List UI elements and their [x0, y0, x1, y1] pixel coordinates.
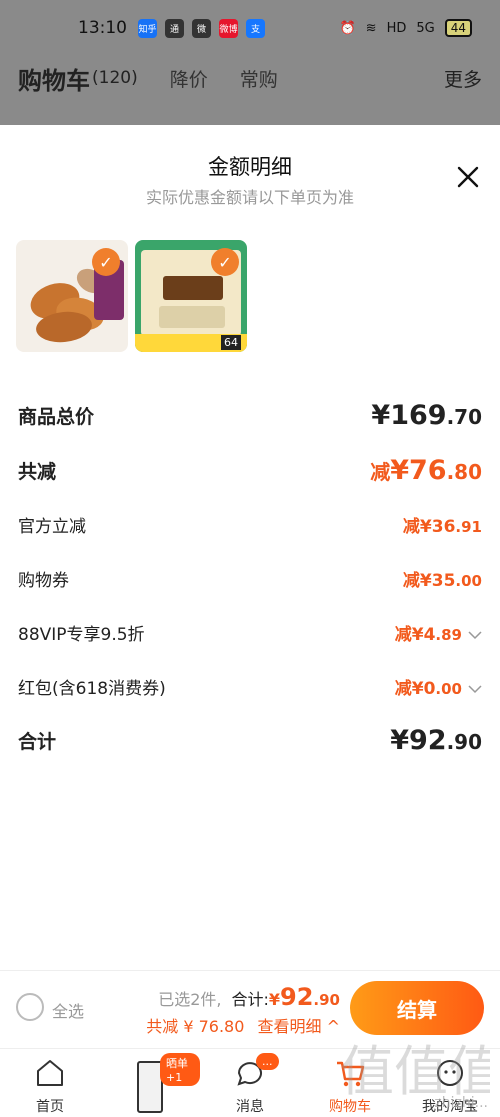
- vip-discount-label: 88VIP专享9.5折: [18, 624, 145, 645]
- bottom-tab-bar: 首页 晒单+1 ... 消息 购物车 我的淘宝: [0, 1048, 500, 1117]
- total-reduce-label: 共减: [18, 460, 57, 483]
- row-sum: 合计 ¥92 .90: [0, 720, 500, 760]
- product-thumb-snack-box[interactable]: 64 ✓: [135, 240, 247, 352]
- thumb-price-tag: 64: [221, 335, 241, 350]
- home-icon: [37, 1060, 63, 1086]
- tab-cart[interactable]: 购物车: [300, 1049, 400, 1117]
- select-all-checkbox[interactable]: [16, 993, 44, 1021]
- total-reduce-decimal: .80: [446, 459, 482, 484]
- checkout-total-label: 合计:: [231, 990, 269, 1009]
- tab-frequent[interactable]: 常购: [240, 65, 278, 92]
- app-icon: 通: [165, 18, 184, 38]
- tab-messages[interactable]: ... 消息: [200, 1049, 300, 1117]
- battery-icon: 44: [444, 19, 472, 37]
- red-packet-value: ¥0: [411, 678, 436, 699]
- watermark-url: zhizhi...: [434, 1095, 488, 1111]
- selected-check-icon[interactable]: ✓: [211, 248, 239, 276]
- messages-badge: ...: [256, 1053, 279, 1070]
- selected-check-icon[interactable]: ✓: [92, 248, 120, 276]
- tab-price-drop[interactable]: 降价: [170, 65, 208, 92]
- chevron-down-icon[interactable]: [468, 630, 482, 640]
- cart-title: 购物车: [18, 66, 90, 95]
- close-icon[interactable]: [456, 165, 480, 189]
- tab-cart-label: 购物车: [329, 1099, 371, 1115]
- official-discount-value: ¥36: [419, 516, 456, 537]
- weibo-icon: 微博: [219, 18, 238, 38]
- product-thumbnails: ✓ 64 ✓: [16, 240, 247, 352]
- vip-discount-decimal: .89: [435, 625, 462, 644]
- sum-label: 合计: [18, 730, 57, 753]
- profile-icon: [437, 1060, 463, 1086]
- vip-discount-value: ¥4: [411, 624, 436, 645]
- row-total-reduce: 共减 减 ¥76 .80: [0, 450, 500, 490]
- tab-messages-label: 消息: [236, 1099, 264, 1115]
- tab-promo[interactable]: 晒单+1: [100, 1049, 200, 1117]
- official-discount-prefix: 减: [402, 516, 420, 537]
- goods-total-value: ¥169: [371, 399, 447, 431]
- checkout-yen: ¥: [268, 990, 281, 1009]
- sum-value: ¥92: [390, 724, 447, 756]
- goods-total-decimal: .70: [446, 404, 482, 429]
- sum-decimal: .90: [446, 729, 482, 754]
- status-app-icons: 知乎 通 微 微博 支: [138, 18, 265, 38]
- promo-badge: 晒单+1: [160, 1053, 200, 1086]
- checkout-total-value: 92: [280, 983, 314, 1011]
- official-discount-label: 官方立减: [18, 516, 86, 537]
- checkout-summary: 已选2件, 合计: ¥ 92 .90: [158, 983, 340, 1011]
- sheet-subtitle: 实际优惠金额请以下单页为准: [145, 188, 354, 207]
- row-red-packet[interactable]: 红包(含618消费券) 减 ¥0 .00: [0, 666, 500, 706]
- checkout-bar: 全选 已选2件, 合计: ¥ 92 .90 共减 ¥ 76.80 查看明细 ^ …: [0, 970, 500, 1048]
- selected-count: 已选2件,: [158, 990, 222, 1009]
- checkout-button[interactable]: 结算: [350, 981, 484, 1035]
- status-indicators: ⏰ ≋ HD 5G 44: [339, 19, 472, 37]
- coupon-label: 购物券: [18, 570, 69, 591]
- red-packet-prefix: 减: [394, 678, 412, 699]
- total-reduce-prefix: 减: [370, 459, 391, 484]
- alarm-icon: ⏰: [339, 20, 356, 36]
- coupon-prefix: 减: [402, 570, 420, 591]
- checkout-total-decimal: .90: [313, 991, 340, 1009]
- official-discount-decimal: .91: [455, 517, 482, 536]
- row-coupon: 购物券 减 ¥35 .00: [0, 558, 500, 598]
- row-goods-total: 商品总价 ¥169 .70: [0, 395, 500, 435]
- zhihu-icon: 知乎: [138, 18, 157, 38]
- amount-detail-sheet: 金额明细 实际优惠金额请以下单页为准 ✓ 64 ✓ 商品总价 ¥169 .70 …: [0, 125, 500, 970]
- red-packet-decimal: .00: [435, 679, 462, 698]
- cart-icon: [337, 1061, 365, 1087]
- goods-total-label: 商品总价: [18, 405, 95, 428]
- vip-discount-prefix: 减: [394, 624, 412, 645]
- view-details-link[interactable]: 查看明细 ^: [258, 1017, 341, 1036]
- checkout-reduce-line: 共减 ¥ 76.80 查看明细 ^: [146, 1013, 340, 1037]
- coupon-value: ¥35: [419, 570, 456, 591]
- status-bar: 13:10 知乎 通 微 微博 支 ⏰ ≋ HD 5G 44: [0, 0, 500, 56]
- tab-home-label: 首页: [36, 1099, 64, 1115]
- coupon-decimal: .00: [455, 571, 482, 590]
- hd-icon: HD: [386, 20, 407, 36]
- sheet-title: 金额明细: [208, 155, 292, 179]
- select-all-label[interactable]: 全选: [52, 998, 84, 1022]
- red-packet-label: 红包(含618消费券): [18, 678, 166, 699]
- cart-nav: 购物车 (120) 降价 常购 更多: [0, 56, 500, 100]
- more-button[interactable]: 更多: [444, 65, 482, 92]
- row-vip-discount[interactable]: 88VIP专享9.5折 减 ¥4 .89: [0, 612, 500, 652]
- cart-count: (120): [92, 68, 138, 88]
- product-thumb-chips[interactable]: ✓: [16, 240, 128, 352]
- wifi-icon: ≋: [365, 20, 377, 36]
- wechat-icon: 微: [192, 18, 211, 38]
- total-reduce-value: ¥76: [390, 454, 447, 486]
- signal-icon: 5G: [416, 20, 435, 36]
- alipay-icon: 支: [246, 18, 265, 38]
- chevron-down-icon[interactable]: [468, 684, 482, 694]
- tab-home[interactable]: 首页: [0, 1049, 100, 1117]
- checkout-reduce-text: 共减 ¥ 76.80: [146, 1017, 245, 1036]
- status-time: 13:10: [78, 18, 127, 38]
- row-official-discount: 官方立减 减 ¥36 .91: [0, 504, 500, 544]
